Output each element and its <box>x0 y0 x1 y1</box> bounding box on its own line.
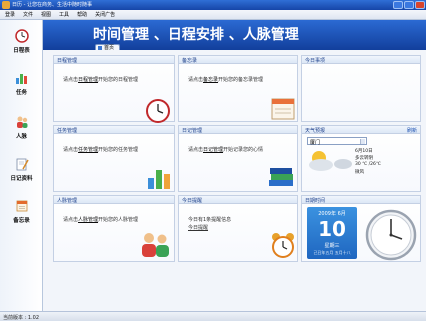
status-bar: 当前版本 : 1.02 <box>0 311 426 321</box>
card-diary: 日记管理 请点击日记管理开始记录您的心情 <box>178 125 298 192</box>
card-title: 天气预报 <box>305 128 326 134</box>
calendar-year-month: 2009年 6月 <box>318 211 346 217</box>
minimize-button[interactable] <box>393 1 403 9</box>
reminder-link[interactable]: 今日提醒 <box>188 224 208 231</box>
calendar-tile: 2009年 6月 10 星期三 己丑年五月 五月十八 <box>307 207 357 259</box>
card-title: 今日提醒 <box>182 198 203 204</box>
card-title: 今日事项 <box>305 58 326 64</box>
card-weather: 天气预报 刷新 厦门 6月10日 多云转阴 30 ℃ /26℃ 微风 <box>301 125 421 192</box>
calendar-day: 10 <box>318 217 346 241</box>
memo-link[interactable]: 备忘录 <box>203 77 218 83</box>
memo-icon <box>16 200 28 212</box>
sidebar-item-contacts[interactable]: 人脉 <box>0 111 43 151</box>
refresh-link[interactable]: 刷新 <box>407 127 417 134</box>
reminder-count-text: 今日有1条提醒信息 <box>188 217 232 223</box>
card-description: 请点击人脉管理开始您的人脉管理 <box>63 217 139 223</box>
version-text: 当前版本 : 1.02 <box>3 315 39 321</box>
sidebar-item-label: 日程表 <box>13 48 30 54</box>
menu-view[interactable]: 视图 <box>38 10 54 19</box>
books-icon <box>269 168 293 186</box>
card-reminder: 今日提醒 今日有1条提醒信息 今日提醒 <box>178 195 298 262</box>
city-value: 厦门 <box>310 140 321 146</box>
city-select[interactable]: 厦门 <box>307 137 367 146</box>
people-icon <box>17 116 28 128</box>
card-description: 请点击日记管理开始记录您的心情 <box>188 147 264 153</box>
menu-file[interactable]: 文件 <box>20 10 36 19</box>
sidebar-item-tasks[interactable]: 任务 <box>0 67 43 107</box>
cloudy-sun-icon <box>309 151 352 171</box>
alarm-clock-icon <box>272 233 294 258</box>
card-schedule: 日程管理 请点击日程管理开始您的日程管理 <box>53 55 175 123</box>
diary-pen-icon <box>16 158 29 171</box>
menu-tools[interactable]: 工具 <box>56 10 72 19</box>
card-description: 请点击备忘录开始您的备忘录管理 <box>188 77 264 83</box>
sidebar-item-label: 任务 <box>15 90 27 96</box>
header-banner: 时间管理 、日程安排 、人脉管理 首页 <box>43 20 426 51</box>
card-tasks: 任务管理 请点击任务管理开始您的任务管理 <box>53 125 175 192</box>
dashboard: 日程管理 请点击日程管理开始您的日程管理 备忘录 请点击备忘录开始您的备忘录管理… <box>43 50 426 311</box>
window-controls <box>393 1 425 9</box>
people-icon <box>142 233 169 257</box>
menu-login[interactable]: 登录 <box>2 10 18 19</box>
notepad-icon <box>271 98 295 120</box>
weather-condition: 多云转阴 <box>355 156 373 161</box>
sidebar-item-label: 人脉 <box>15 134 27 140</box>
weather-temp: 30 ℃ /26℃ <box>355 162 381 167</box>
clock-icon <box>15 29 29 43</box>
sidebar-item-memo[interactable]: 备忘录 <box>0 195 43 235</box>
card-title: 日程管理 <box>57 58 78 64</box>
chevron-down-icon <box>360 139 365 144</box>
close-button[interactable] <box>415 1 425 9</box>
bar-chart-icon <box>16 74 27 84</box>
tasks-link[interactable]: 任务管理 <box>78 147 98 153</box>
card-title: 任务管理 <box>57 128 78 134</box>
card-datetime: 日期时间 2009年 6月 10 星期三 己丑年五月 五月十八 <box>301 195 421 262</box>
diary-link[interactable]: 日记管理 <box>203 147 223 153</box>
card-contacts: 人脉管理 请点击人脉管理开始您的人脉管理 <box>53 195 175 262</box>
schedule-link[interactable]: 日程管理 <box>78 77 98 83</box>
analog-clock-icon <box>365 209 417 261</box>
sidebar-item-diary[interactable]: 日记资料 <box>0 153 43 193</box>
calendar-lunar: 己丑年五月 五月十八 <box>313 250 351 255</box>
card-title: 日期时间 <box>305 198 326 204</box>
app-icon <box>2 1 10 9</box>
card-title: 人脉管理 <box>57 198 78 204</box>
maximize-button[interactable] <box>404 1 414 9</box>
card-description: 请点击日程管理开始您的日程管理 <box>63 77 139 83</box>
card-today-events: 今日事项 <box>301 55 421 122</box>
alarm-clock-icon <box>146 99 170 123</box>
card-memo: 备忘录 请点击备忘录开始您的备忘录管理 <box>178 55 298 122</box>
page-headline: 时间管理 、日程安排 、人脉管理 <box>93 27 299 43</box>
title-bar: 日历 - 让您在商务、生活中随时随事 <box>0 0 426 10</box>
card-description: 请点击任务管理开始您的任务管理 <box>63 147 139 153</box>
menu-help[interactable]: 帮助 <box>74 10 90 19</box>
window-title: 日历 - 让您在商务、生活中随时随事 <box>12 2 92 8</box>
sidebar: 日程表 任务 人脉 日记资料 备忘录 <box>0 20 43 311</box>
menu-close-ads[interactable]: 关闭广告 <box>92 10 118 19</box>
weather-date: 6月10日 <box>355 149 373 154</box>
contacts-link[interactable]: 人脉管理 <box>78 217 98 223</box>
sidebar-item-label: 日记资料 <box>10 176 33 182</box>
weather-wind: 微风 <box>355 170 364 175</box>
sidebar-item-label: 备忘录 <box>13 218 30 224</box>
card-title: 备忘录 <box>182 58 198 64</box>
menu-bar: 登录 文件 视图 工具 帮助 关闭广告 <box>0 10 426 20</box>
sidebar-item-schedule[interactable]: 日程表 <box>0 25 43 65</box>
bar-chart-icon <box>148 170 170 189</box>
card-title: 日记管理 <box>182 128 203 134</box>
calendar-weekday: 星期三 <box>324 243 340 249</box>
